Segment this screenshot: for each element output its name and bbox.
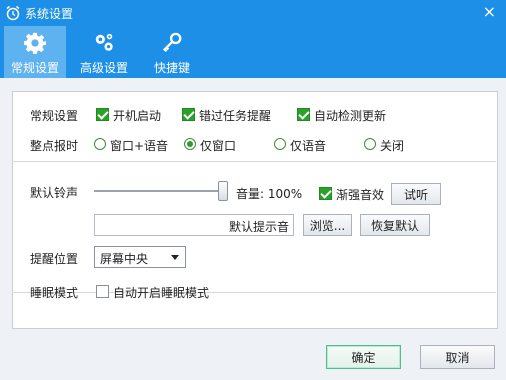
general-section-label: 常规设置 xyxy=(30,109,79,123)
sleep-section-label: 睡眠模式 xyxy=(30,286,79,300)
preview-button[interactable]: 试听 xyxy=(391,183,441,205)
fade-in-label[interactable]: 渐强音效 xyxy=(336,186,384,203)
missed-task-label[interactable]: 错过任务提醒 xyxy=(199,107,271,124)
position-select-value: 屏幕中央 xyxy=(100,252,149,266)
volume-slider-track[interactable] xyxy=(94,190,228,192)
voice-only-radio[interactable] xyxy=(274,138,286,150)
ringtone-file-field[interactable]: 默认提示音 xyxy=(94,214,294,236)
gear-icon xyxy=(24,32,46,54)
position-select[interactable]: 屏幕中央 xyxy=(94,246,186,268)
ringtone-file-value: 默认提示音 xyxy=(228,220,289,234)
window-title: 系统设置 xyxy=(25,7,74,21)
position-section-label: 提醒位置 xyxy=(30,252,79,266)
settings-panel xyxy=(12,91,498,329)
voice-only-label[interactable]: 仅语音 xyxy=(290,137,326,154)
volume-label: 音量: 100% xyxy=(236,187,303,201)
window-only-radio[interactable] xyxy=(184,138,196,150)
tab-label: 高级设置 xyxy=(79,61,128,75)
volume-slider-thumb[interactable] xyxy=(218,181,228,201)
section-divider xyxy=(12,161,496,162)
sleep-mode-label[interactable]: 自动开启睡眠模式 xyxy=(113,284,209,301)
close-button[interactable]: × xyxy=(483,3,496,21)
auto-update-label[interactable]: 自动检测更新 xyxy=(314,107,386,124)
ringtone-section-label: 默认铃声 xyxy=(30,186,79,200)
fade-in-checkbox[interactable] xyxy=(319,187,332,200)
tab-bar: 常规设置 高级设置 快捷键 xyxy=(0,26,506,78)
browse-button[interactable]: 浏览... xyxy=(303,214,352,236)
alarm-clock-icon xyxy=(6,5,20,21)
tab-advanced-settings[interactable]: 高级设置 xyxy=(72,26,136,78)
tab-shortcuts[interactable]: 快捷键 xyxy=(142,26,202,78)
tab-label: 常规设置 xyxy=(10,61,59,75)
title-bar: 系统设置 × xyxy=(0,0,506,26)
cancel-button[interactable]: 取消 xyxy=(420,345,495,369)
window-voice-label[interactable]: 窗口+语音 xyxy=(110,137,168,154)
off-label[interactable]: 关闭 xyxy=(380,137,404,154)
chevron-down-icon xyxy=(171,255,179,260)
window-only-label[interactable]: 仅窗口 xyxy=(200,137,236,154)
key-icon xyxy=(162,32,182,53)
startup-label[interactable]: 开机启动 xyxy=(113,107,161,124)
missed-task-checkbox[interactable] xyxy=(182,108,195,121)
tab-general-settings[interactable]: 常规设置 xyxy=(4,26,66,78)
off-radio[interactable] xyxy=(364,138,376,150)
section-divider xyxy=(12,292,496,293)
auto-update-checkbox[interactable] xyxy=(297,108,310,121)
sleep-mode-checkbox[interactable] xyxy=(96,285,109,298)
restore-default-button[interactable]: 恢复默认 xyxy=(360,214,430,236)
ok-button[interactable]: 确定 xyxy=(326,345,401,369)
startup-checkbox[interactable] xyxy=(96,108,109,121)
window-voice-radio[interactable] xyxy=(94,138,106,150)
gears-icon xyxy=(95,33,113,51)
hourly-section-label: 整点报时 xyxy=(30,139,79,153)
tab-label: 快捷键 xyxy=(153,61,190,75)
